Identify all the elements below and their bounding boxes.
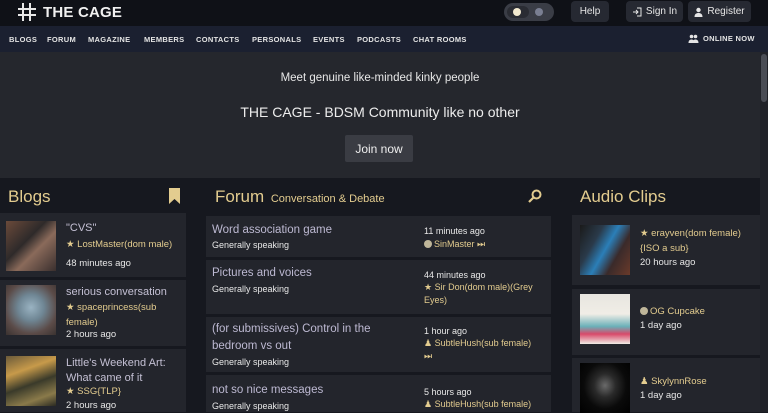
user-icon: ♟	[424, 338, 433, 348]
sun-icon	[513, 8, 521, 16]
hero-subtitle: Meet genuine like-minded kinky people	[280, 72, 480, 84]
forum-topic[interactable]: not so nice messages Generally speaking …	[206, 375, 551, 412]
search-icon[interactable]	[528, 189, 542, 203]
nav-chat-rooms[interactable]: CHAT ROOMS	[413, 35, 467, 44]
avatar	[640, 307, 648, 315]
blog-time: 48 minutes ago	[66, 258, 131, 269]
user-icon	[694, 7, 703, 17]
scrollbar-track[interactable]	[760, 52, 768, 412]
topic-author[interactable]: ★ Sir Don(dom male)(Grey Eyes)	[424, 281, 549, 307]
audio-thumbnail[interactable]	[580, 363, 630, 413]
topic-author[interactable]: ♟ SubtleHush(sub female) ⏭	[424, 337, 549, 363]
skip-forward-icon[interactable]: ⏭	[424, 351, 432, 361]
topic-title[interactable]: Pictures and voices	[212, 265, 312, 282]
top-bar: THE CAGE Help Sign In Register	[0, 0, 768, 26]
blog-author[interactable]: ★ LostMaster(dom male)	[66, 237, 182, 252]
topic-title[interactable]: Word association game	[212, 222, 332, 239]
topic-category[interactable]: Generally speaking	[212, 284, 289, 294]
forum-topic[interactable]: (for submissives) Control in the bedroom…	[206, 317, 551, 372]
forum-topic[interactable]: Pictures and voices Generally speaking 4…	[206, 260, 551, 314]
site-logo[interactable]: THE CAGE	[18, 3, 122, 21]
join-now-button[interactable]: Join now	[345, 135, 413, 162]
avatar	[424, 240, 432, 248]
moon-icon	[535, 8, 543, 16]
sign-in-icon	[632, 7, 642, 16]
nav-members[interactable]: MEMBERS	[144, 35, 184, 44]
audio-clip-card[interactable]: OG Cupcake 1 day ago	[572, 289, 760, 355]
bookmark-icon[interactable]	[169, 188, 180, 204]
audio-time: 1 day ago	[640, 390, 682, 401]
topic-author[interactable]: SinMaster ⏭	[424, 238, 546, 251]
blog-time: 2 hours ago	[66, 400, 117, 411]
hero-banner: Meet genuine like-minded kinky people TH…	[0, 52, 760, 178]
audio-thumbnail[interactable]	[580, 294, 630, 344]
help-button[interactable]: Help	[571, 1, 609, 22]
blog-title[interactable]: "CVS"	[66, 222, 96, 234]
audio-clip-card[interactable]: ♟ SkylynnRose 1 day ago	[572, 358, 760, 413]
audio-author[interactable]: OG Cupcake	[640, 304, 756, 319]
star-icon: ★	[424, 282, 433, 292]
blog-author[interactable]: ★ spaceprincess(sub female)	[66, 300, 182, 330]
topic-category[interactable]: Generally speaking	[212, 401, 289, 411]
blog-card[interactable]: serious conversation ★ spaceprincess(sub…	[0, 280, 186, 346]
blogs-heading[interactable]: Blogs	[8, 187, 51, 207]
register-button[interactable]: Register	[688, 1, 751, 22]
blog-card[interactable]: "CVS" ★ LostMaster(dom male) 48 minutes …	[0, 213, 186, 277]
nav-events[interactable]: EVENTS	[313, 35, 345, 44]
audio-time: 20 hours ago	[640, 257, 696, 268]
blog-thumbnail[interactable]	[6, 285, 56, 335]
audio-clips-heading[interactable]: Audio Clips	[580, 187, 666, 207]
topic-title[interactable]: (for submissives) Control in the bedroom…	[212, 321, 412, 355]
blog-author[interactable]: ★ SSG{TLP}	[66, 384, 182, 399]
users-icon	[688, 34, 699, 43]
star-icon: ★	[66, 302, 75, 313]
topic-category[interactable]: Generally speaking	[212, 240, 289, 250]
topic-time: 44 minutes ago	[424, 270, 486, 280]
topic-author[interactable]: ♟ SubtleHush(sub female)	[424, 398, 549, 411]
star-icon: ★	[66, 239, 75, 250]
main-nav: BLOGS FORUM MAGAZINE MEMBERS CONTACTS PE…	[0, 26, 768, 52]
forum-heading[interactable]: Forum Conversation & Debate	[215, 187, 385, 207]
topic-time: 5 hours ago	[424, 387, 472, 397]
blog-title[interactable]: serious conversation	[66, 286, 167, 298]
nav-magazine[interactable]: MAGAZINE	[88, 35, 130, 44]
audio-author[interactable]: ♟ SkylynnRose	[640, 374, 756, 389]
forum-topic[interactable]: Word association game Generally speaking…	[206, 216, 551, 257]
star-icon: ★	[640, 228, 649, 239]
nav-contacts[interactable]: CONTACTS	[196, 35, 240, 44]
topic-title[interactable]: not so nice messages	[212, 382, 323, 399]
user-icon: ♟	[424, 399, 433, 409]
topic-time: 1 hour ago	[424, 326, 468, 336]
topic-time: 11 minutes ago	[424, 226, 485, 236]
audio-time: 1 day ago	[640, 320, 682, 331]
blog-time: 2 hours ago	[66, 329, 117, 340]
sign-in-button[interactable]: Sign In	[626, 1, 683, 22]
hero-title: THE CAGE - BDSM Community like no other	[240, 104, 520, 120]
nav-forum[interactable]: FORUM	[47, 35, 76, 44]
blog-card[interactable]: Little's Weekend Art: What came of it ★ …	[0, 349, 186, 412]
blog-title[interactable]: Little's Weekend Art: What came of it	[66, 356, 184, 386]
skip-forward-icon[interactable]: ⏭	[477, 239, 485, 249]
nav-blogs[interactable]: BLOGS	[9, 35, 37, 44]
audio-author[interactable]: ★ erayven(dom female){ISO a sub}	[640, 226, 756, 256]
nav-podcasts[interactable]: PODCASTS	[357, 35, 401, 44]
blog-thumbnail[interactable]	[6, 356, 56, 406]
audio-thumbnail[interactable]	[580, 225, 630, 275]
theme-toggle[interactable]	[504, 3, 554, 21]
star-icon: ★	[66, 386, 75, 397]
online-now-link[interactable]: ONLINE NOW	[688, 34, 755, 43]
blog-thumbnail[interactable]	[6, 221, 56, 271]
scrollbar-thumb[interactable]	[761, 54, 767, 102]
nav-personals[interactable]: PERSONALS	[252, 35, 301, 44]
site-name: THE CAGE	[43, 3, 123, 21]
audio-clip-card[interactable]: ★ erayven(dom female){ISO a sub} 20 hour…	[572, 215, 760, 285]
forum-subheading: Conversation & Debate	[270, 193, 385, 205]
cage-logo-icon	[18, 3, 36, 21]
topic-category[interactable]: Generally speaking	[212, 357, 289, 367]
user-icon: ♟	[640, 376, 649, 387]
